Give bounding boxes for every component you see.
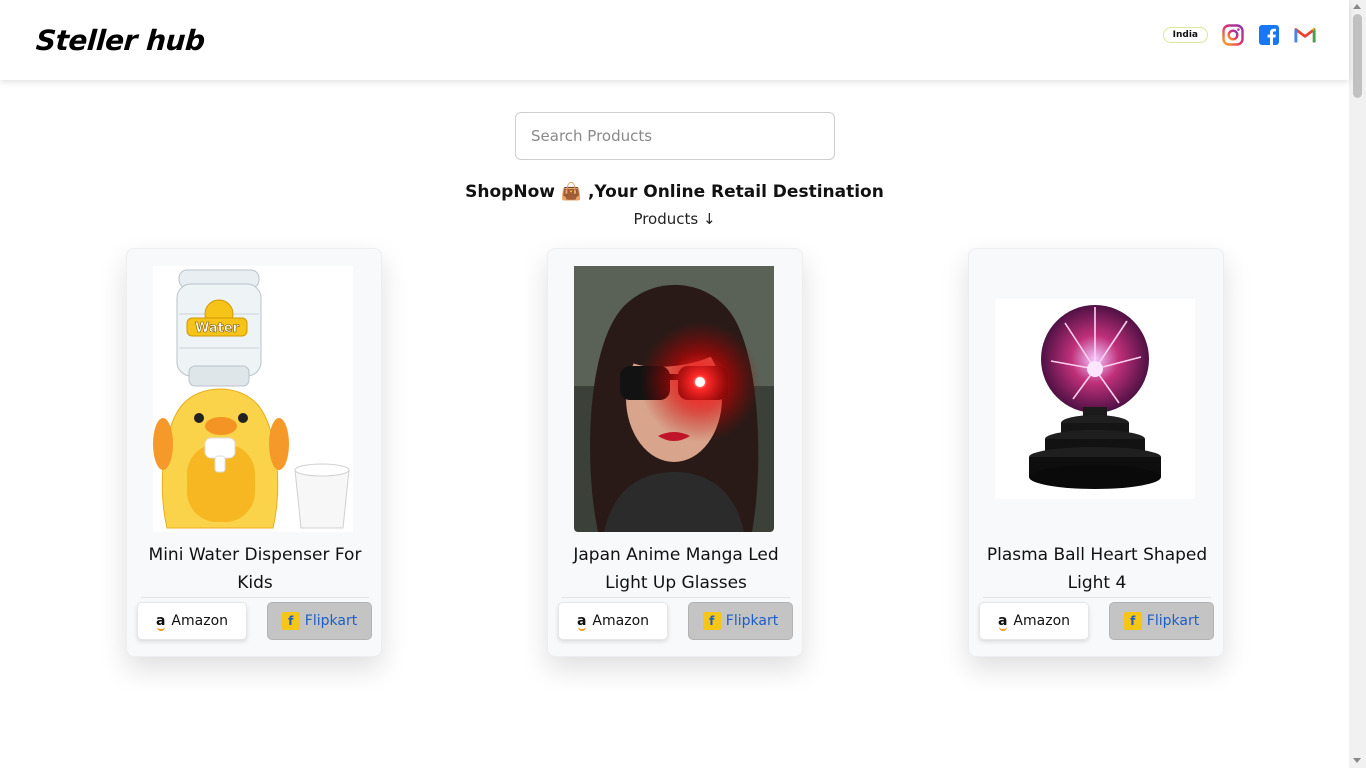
flipkart-button[interactable]: f Flipkart	[1109, 602, 1214, 640]
flipkart-button[interactable]: f Flipkart	[267, 602, 372, 640]
page: Steller hub India Search Products ShopNo…	[0, 0, 1366, 768]
amazon-icon: a	[155, 613, 166, 631]
flipkart-button-label: Flipkart	[1146, 613, 1200, 629]
scroll-thumb[interactable]	[1353, 14, 1362, 98]
product-card: Water Mini Water Dispenser For Kids a Am…	[126, 248, 382, 657]
amazon-button-label: Amazon	[1013, 613, 1071, 629]
amazon-button[interactable]: a Amazon	[558, 602, 668, 640]
flipkart-button[interactable]: f Flipkart	[688, 602, 793, 640]
scroll-down-arrow-icon[interactable]	[1353, 758, 1361, 763]
amazon-button[interactable]: a Amazon	[979, 602, 1089, 640]
country-badge[interactable]: India	[1162, 27, 1208, 43]
page-scrollbar[interactable]	[1349, 0, 1366, 768]
card-divider	[562, 597, 790, 598]
instagram-icon[interactable]	[1222, 24, 1244, 46]
facebook-icon[interactable]	[1258, 24, 1280, 46]
product-image-plasma-ball[interactable]	[995, 266, 1195, 532]
product-card: Japan Anime Manga Led Light Up Glasses a…	[547, 248, 803, 657]
amazon-icon: a	[997, 613, 1008, 631]
product-image-led-glasses[interactable]	[574, 266, 774, 532]
product-image-water-dispenser[interactable]: Water	[153, 266, 353, 532]
card-divider	[983, 597, 1211, 598]
flipkart-icon: f	[702, 612, 721, 630]
product-image-label: Water	[195, 321, 240, 336]
flipkart-icon: f	[281, 612, 300, 630]
site-logo[interactable]: Steller hub	[35, 24, 206, 57]
gmail-icon[interactable]	[1294, 24, 1316, 46]
amazon-button[interactable]: a Amazon	[137, 602, 247, 640]
product-title[interactable]: Mini Water Dispenser For Kids	[137, 541, 373, 597]
product-title[interactable]: Japan Anime Manga Led Light Up Glasses	[558, 541, 794, 597]
flipkart-icon: f	[1123, 612, 1142, 630]
product-card: Plasma Ball Heart Shaped Light 4 a Amazo…	[968, 248, 1224, 657]
flipkart-button-label: Flipkart	[725, 613, 779, 629]
page-tagline: ShopNow 👜 ,Your Online Retail Destinatio…	[465, 182, 884, 202]
card-divider	[141, 597, 369, 598]
site-header: Steller hub India	[0, 0, 1349, 80]
amazon-icon: a	[576, 613, 587, 631]
header-actions: India	[1162, 24, 1316, 46]
flipkart-button-label: Flipkart	[304, 613, 358, 629]
amazon-button-label: Amazon	[592, 613, 650, 629]
products-heading: Products ↓	[633, 210, 716, 228]
product-title[interactable]: Plasma Ball Heart Shaped Light 4	[979, 541, 1215, 597]
amazon-button-label: Amazon	[171, 613, 229, 629]
search-input[interactable]	[515, 112, 835, 160]
scroll-up-arrow-icon[interactable]	[1353, 4, 1361, 9]
